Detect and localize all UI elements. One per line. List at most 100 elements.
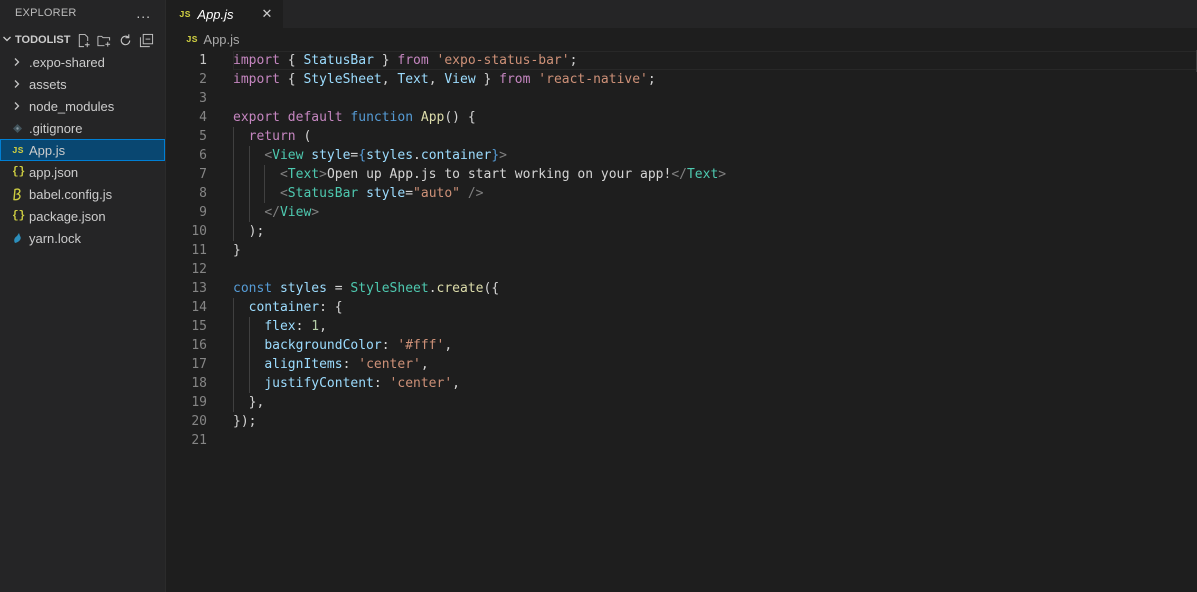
workspace-section-header[interactable]: TODOLIST	[0, 29, 165, 51]
tree-item-label: app.json	[29, 164, 79, 180]
code-line[interactable]: 11}	[166, 241, 1197, 260]
code-line[interactable]: 21	[166, 431, 1197, 450]
breadcrumb[interactable]: JS App.js	[166, 28, 1197, 50]
code-line[interactable]: 1 import { StatusBar } from 'expo-status-…	[166, 51, 1197, 70]
code-line[interactable]: 19 },	[166, 393, 1197, 412]
code-line[interactable]: 4 export default function App() {	[166, 108, 1197, 127]
refresh-icon[interactable]	[117, 32, 133, 48]
code-token: container	[420, 148, 492, 163]
code-token: =	[326, 281, 351, 296]
tree-file-babel-config[interactable]: babel.config.js	[0, 183, 165, 205]
code-token: }	[475, 72, 500, 87]
code-token: >	[718, 167, 727, 182]
tree-folder-assets[interactable]: assets	[0, 73, 165, 95]
code-token: style	[311, 148, 351, 163]
code-line[interactable]: 20});	[166, 412, 1197, 431]
new-folder-icon[interactable]	[96, 32, 112, 48]
code-text: });	[233, 412, 256, 431]
code-token: alignItems	[264, 357, 343, 372]
code-token: backgroundColor	[264, 338, 382, 353]
indent-guide	[233, 393, 234, 412]
tree-file-gitignore[interactable]: .gitignore	[0, 117, 165, 139]
code-line[interactable]: 5 return (	[166, 127, 1197, 146]
indent-guide	[233, 355, 234, 374]
code-line[interactable]: 16 backgroundColor: '#fff',	[166, 336, 1197, 355]
code-line[interactable]: 14 container: {	[166, 298, 1197, 317]
tree-file-yarn-lock[interactable]: yarn.lock	[0, 227, 165, 249]
chevron-right-icon	[12, 57, 29, 67]
yarn-icon	[12, 232, 29, 244]
code-token: Text	[287, 167, 320, 182]
code-text: const styles = StyleSheet.create({	[233, 279, 499, 298]
code-text: }	[233, 241, 241, 260]
line-number: 1	[199, 53, 207, 68]
code-line[interactable]: 17 alignItems: 'center',	[166, 355, 1197, 374]
code-token: ;	[647, 72, 656, 87]
indent-guide	[248, 317, 250, 336]
code-line[interactable]: 2 import { StyleSheet, Text, View } from …	[166, 70, 1197, 89]
chevron-right-icon	[12, 101, 29, 111]
tree-folder-expo-shared[interactable]: .expo-shared	[0, 51, 165, 73]
code-token: Text	[397, 72, 429, 87]
code-token: "auto"	[413, 186, 461, 201]
code-line[interactable]: 18 justifyContent: 'center',	[166, 374, 1197, 393]
explorer-title: EXPLORER	[15, 7, 77, 19]
code-text: <View style={styles.container}>	[233, 146, 507, 165]
collapse-all-icon[interactable]	[138, 32, 154, 48]
code-token: return	[248, 129, 296, 144]
code-line[interactable]: 3	[166, 89, 1197, 108]
code-line[interactable]: 15 flex: 1,	[166, 317, 1197, 336]
line-number: 3	[199, 91, 207, 106]
breadcrumb-file[interactable]: App.js	[203, 32, 239, 47]
code-line[interactable]: 6 <View style={styles.container}>	[166, 146, 1197, 165]
code-token: }	[491, 148, 500, 163]
indent-guide	[264, 184, 266, 203]
code-token: }	[373, 53, 398, 68]
code-line[interactable]: 12	[166, 260, 1197, 279]
json-icon: {}	[12, 210, 26, 222]
code-text: flex: 1,	[233, 317, 327, 336]
code-token: create	[436, 281, 484, 296]
tree-file-app-json[interactable]: {} app.json	[0, 161, 165, 183]
tree-file-package-json[interactable]: {} package.json	[0, 205, 165, 227]
code-token: :	[342, 357, 359, 372]
tree-folder-node-modules[interactable]: node_modules	[0, 95, 165, 117]
indent-guide	[248, 165, 250, 184]
code-token: StyleSheet	[350, 281, 429, 296]
line-number: 9	[199, 205, 207, 220]
code-token: ({	[483, 281, 500, 296]
chevron-down-icon[interactable]	[0, 34, 14, 46]
tree-item-label: package.json	[29, 208, 106, 224]
code-token: default	[287, 110, 343, 125]
more-actions-icon[interactable]: ...	[136, 5, 151, 21]
indent-guide	[233, 184, 234, 203]
code-token: View	[444, 72, 476, 87]
code-text: backgroundColor: '#fff',	[233, 336, 452, 355]
code-line[interactable]: 9 </View>	[166, 203, 1197, 222]
new-file-icon[interactable]	[75, 32, 91, 48]
close-icon[interactable]: ✕	[257, 6, 277, 22]
tree-file-app-js[interactable]: JS App.js	[0, 139, 165, 161]
code-line[interactable]: 13 const styles = StyleSheet.create({	[166, 279, 1197, 298]
code-line[interactable]: 10 );	[166, 222, 1197, 241]
code-line[interactable]: 8 <StatusBar style="auto" />	[166, 184, 1197, 203]
code-text: justifyContent: 'center',	[233, 374, 460, 393]
code-token: {	[358, 148, 367, 163]
line-number: 4	[199, 110, 207, 125]
code-token: 'center'	[389, 376, 453, 391]
tab-app-js[interactable]: JS App.js ✕	[166, 0, 283, 28]
line-number: 12	[191, 262, 207, 277]
code-line[interactable]: 7 <Text>Open up App.js to start working …	[166, 165, 1197, 184]
code-token: >	[499, 148, 507, 163]
git-icon	[12, 123, 29, 134]
tab-bar: JS App.js ✕	[166, 0, 1197, 28]
line-number: 11	[191, 243, 207, 258]
code-token: <	[279, 186, 288, 201]
line-number: 18	[191, 376, 207, 391]
code-editor[interactable]: 1 import { StatusBar } from 'expo-status-…	[166, 51, 1197, 450]
